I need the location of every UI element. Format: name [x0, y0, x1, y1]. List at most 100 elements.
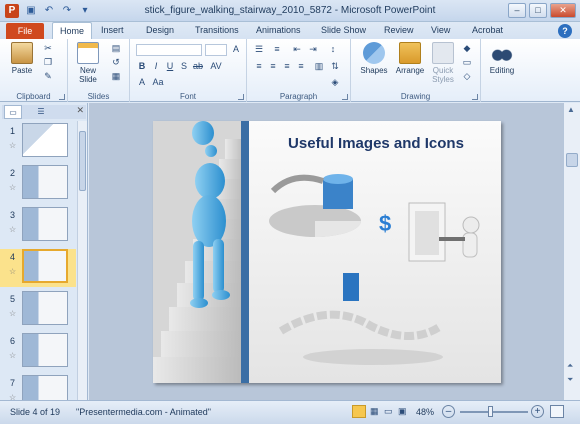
tab-review[interactable]: Review	[384, 25, 414, 35]
text-direction-icon[interactable]: ⇅	[329, 61, 341, 72]
font-launcher-icon[interactable]	[238, 94, 244, 100]
zoom-slider[interactable]	[460, 411, 528, 413]
zoom-level[interactable]: 48%	[416, 407, 434, 417]
help-icon[interactable]: ?	[558, 24, 572, 38]
slide-thumb-4[interactable]: 4 ☆	[0, 249, 76, 287]
bullets-icon[interactable]: ☰	[253, 44, 265, 55]
slide-thumb-7[interactable]: 7 ☆	[0, 375, 76, 400]
tab-home[interactable]: Home	[52, 22, 93, 39]
align-left-icon[interactable]: ≡	[253, 61, 265, 72]
zoom-in-icon[interactable]: +	[531, 405, 544, 418]
minimize-button[interactable]: –	[508, 3, 526, 18]
strikethrough-icon[interactable]: ab	[192, 61, 204, 72]
slides-tab-icon[interactable]: ▭	[4, 105, 22, 119]
tab-acrobat[interactable]: Acrobat	[472, 25, 503, 35]
maximize-button[interactable]: □	[529, 3, 547, 18]
new-slide-button[interactable]: New Slide	[73, 42, 103, 84]
slide-counter: Slide 4 of 19	[10, 407, 61, 417]
slide-thumb-6[interactable]: 6 ☆	[0, 333, 76, 371]
shapes-label: Shapes	[360, 66, 388, 75]
slides-label: Slides	[87, 92, 110, 101]
next-slide-icon[interactable]: ⏷	[567, 375, 573, 385]
justify-icon[interactable]: ≡	[295, 61, 307, 72]
font-label: Font	[179, 92, 196, 101]
shape-effects-icon[interactable]: ◇	[461, 71, 473, 82]
bold-icon[interactable]: B	[136, 61, 148, 72]
format-painter-icon[interactable]: ✎	[42, 71, 54, 82]
clipboard-launcher-icon[interactable]	[59, 94, 65, 100]
paragraph-launcher-icon[interactable]	[342, 94, 348, 100]
arrange-button[interactable]: Arrange	[391, 42, 429, 75]
decrease-indent-icon[interactable]: ⇤	[291, 44, 303, 55]
numbering-icon[interactable]: ≡	[271, 44, 283, 55]
tab-transitions[interactable]: Transitions	[195, 25, 239, 35]
slide-thumb-5[interactable]: 5 ☆	[0, 291, 76, 329]
slide-number: 4	[10, 252, 16, 262]
slide-thumb-3[interactable]: 3 ☆	[0, 207, 76, 245]
align-right-icon[interactable]: ≡	[281, 61, 293, 72]
slide-canvas[interactable]: $ Useful Images and Icons	[153, 121, 501, 383]
font-family-combo[interactable]	[136, 44, 202, 56]
section-icon[interactable]: ▦	[110, 71, 122, 82]
slide-thumb-2[interactable]: 2 ☆	[0, 165, 76, 203]
shadow-icon[interactable]: S	[178, 61, 190, 72]
normal-view-icon[interactable]	[352, 405, 366, 418]
tab-design[interactable]: Design	[146, 25, 174, 35]
align-center-icon[interactable]: ≡	[267, 61, 279, 72]
fit-to-window-icon[interactable]	[550, 405, 564, 418]
slide-sorter-icon[interactable]: ▦	[370, 406, 379, 417]
columns-icon[interactable]: ▥	[313, 61, 325, 72]
prev-slide-icon[interactable]: ⏶	[567, 361, 573, 371]
scrollbar-thumb[interactable]	[566, 153, 578, 167]
tab-view[interactable]: View	[431, 25, 450, 35]
animation-star-icon: ☆	[9, 351, 17, 360]
paste-button[interactable]: Paste	[8, 42, 36, 75]
quick-styles-button[interactable]: Quick Styles	[429, 42, 457, 84]
slide-thumb-1[interactable]: 1 ☆	[0, 123, 76, 161]
smartart-icon[interactable]: ◈	[329, 77, 341, 88]
clipboard-group: Paste ✂ ❐ ✎ Clipboard	[0, 39, 68, 102]
clipboard-label: Clipboard	[16, 92, 51, 101]
shape-fill-icon[interactable]: ◆	[461, 43, 473, 54]
shapes-button[interactable]: Shapes	[357, 42, 391, 75]
slide-scrollbar[interactable]: ▲ ⏶ ⏷	[563, 103, 580, 400]
tab-insert[interactable]: Insert	[101, 25, 124, 35]
theme-name: "Presentermedia.com - Animated"	[76, 407, 211, 417]
reading-view-icon[interactable]: ▭	[384, 406, 393, 417]
tab-animations[interactable]: Animations	[256, 25, 301, 35]
drawing-launcher-icon[interactable]	[472, 94, 478, 100]
status-bar: Slide 4 of 19 "Presentermedia.com - Anim…	[0, 400, 580, 424]
new-slide-icon	[77, 42, 99, 64]
copy-icon[interactable]: ❐	[42, 57, 54, 68]
slideshow-icon[interactable]: ▣	[398, 406, 407, 417]
outline-tab-icon[interactable]: ☰	[32, 105, 50, 119]
editing-group: Editing	[481, 39, 521, 102]
char-spacing-icon[interactable]: AV	[210, 61, 222, 72]
zoom-out-icon[interactable]: –	[442, 405, 455, 418]
tab-slide-show[interactable]: Slide Show	[321, 25, 366, 35]
font-size-combo[interactable]	[205, 44, 227, 56]
underline-icon[interactable]: U	[164, 61, 176, 72]
scrollbar-thumb[interactable]	[79, 131, 86, 191]
animation-star-icon: ☆	[9, 183, 17, 192]
editing-button[interactable]: Editing	[485, 42, 519, 75]
window-controls: – □ ✕	[508, 3, 576, 18]
italic-icon[interactable]: I	[150, 61, 162, 72]
layout-icon[interactable]: ▤	[110, 43, 122, 54]
increase-indent-icon[interactable]: ⇥	[307, 44, 319, 55]
close-button[interactable]: ✕	[550, 3, 576, 18]
tab-file[interactable]: File	[6, 23, 44, 39]
close-pane-icon[interactable]: ✕	[76, 105, 84, 116]
grow-font-icon[interactable]: A	[230, 44, 242, 55]
thumbnails-scrollbar[interactable]	[77, 121, 87, 400]
change-case-icon[interactable]: Aa	[152, 77, 164, 88]
cut-icon[interactable]: ✂	[42, 43, 54, 54]
slide-title[interactable]: Useful Images and Icons	[273, 135, 479, 152]
line-spacing-icon[interactable]: ↕	[327, 44, 339, 55]
zoom-slider-handle[interactable]	[488, 406, 493, 417]
scroll-up-icon[interactable]: ▲	[567, 105, 575, 114]
reset-icon[interactable]: ↺	[110, 57, 122, 68]
font-color-icon[interactable]: A	[136, 77, 148, 88]
shape-outline-icon[interactable]: ▭	[461, 57, 473, 68]
animation-star-icon: ☆	[9, 393, 17, 400]
